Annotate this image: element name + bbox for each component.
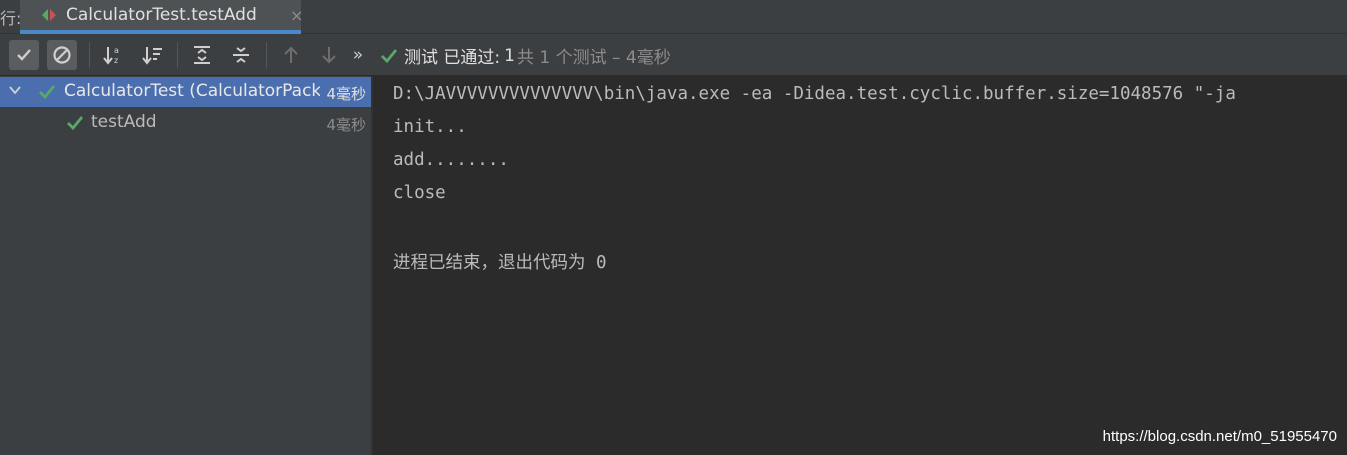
previous-failed-button[interactable] xyxy=(276,40,306,70)
close-icon[interactable]: × xyxy=(290,6,303,25)
tree-item-duration: 4毫秒 xyxy=(326,85,366,103)
console-output[interactable]: D:\JAVVVVVVVVVVVVVV\bin\java.exe -ea -Di… xyxy=(373,76,1347,455)
tree-item-duration: 4毫秒 xyxy=(326,116,366,134)
tree-item-calculator-test[interactable]: CalculatorTest (CalculatorPackage) 4毫秒 xyxy=(0,77,371,107)
run-config-icon xyxy=(42,9,56,21)
test-toolbar: a z » 测试 已通过: 1 共 1 个测试 – 4毫秒 xyxy=(0,34,1347,76)
tab-calculator-test[interactable]: CalculatorTest.testAdd × xyxy=(20,0,303,34)
passed-check-icon xyxy=(67,116,84,131)
toolbar-separator xyxy=(89,42,90,68)
passed-check-icon xyxy=(39,85,56,100)
ignored-icon xyxy=(53,46,71,64)
watermark-url: https://blog.csdn.net/m0_51955470 xyxy=(1102,428,1337,445)
tree-item-test-add[interactable]: testAdd 4毫秒 xyxy=(0,108,371,138)
arrow-down-icon xyxy=(322,47,336,64)
status-passed-label: 测试 已通过: xyxy=(404,48,501,68)
check-icon xyxy=(17,49,31,61)
tree-item-label: CalculatorTest (CalculatorPackage) xyxy=(64,81,320,101)
test-tree: CalculatorTest (CalculatorPackage) 4毫秒 t… xyxy=(0,76,371,455)
chevron-down-icon[interactable] xyxy=(8,83,22,97)
more-actions-button[interactable]: » xyxy=(347,40,369,70)
test-status: 测试 已通过: 1 共 1 个测试 – 4毫秒 xyxy=(380,43,671,68)
show-passed-button[interactable] xyxy=(9,40,39,70)
console-line: init... xyxy=(393,117,467,137)
console-line: close xyxy=(393,183,446,203)
tab-label: CalculatorTest.testAdd xyxy=(66,5,257,25)
status-passed-count: 1 xyxy=(504,45,515,66)
show-ignored-button[interactable] xyxy=(47,40,77,70)
collapse-all-icon xyxy=(233,47,249,63)
expand-all-icon xyxy=(194,46,210,64)
run-tab-bar: 行: CalculatorTest.testAdd × xyxy=(0,0,1347,34)
expand-all-button[interactable] xyxy=(187,40,217,70)
toolbar-separator xyxy=(177,42,178,68)
chevron-double-right-icon: » xyxy=(352,45,364,65)
tab-bar-prefix: 行: xyxy=(0,9,22,28)
svg-text:z: z xyxy=(114,56,118,65)
console-line: add........ xyxy=(393,150,509,170)
console-line: D:\JAVVVVVVVVVVVVVV\bin\java.exe -ea -Di… xyxy=(393,84,1236,104)
toolbar-separator xyxy=(266,42,267,68)
test-runner-window: 行: CalculatorTest.testAdd × a z » 测试 已通过… xyxy=(0,0,1347,455)
tree-item-label: testAdd xyxy=(91,112,157,132)
sort-alpha-icon: a z xyxy=(103,46,119,65)
svg-text:a: a xyxy=(114,46,119,55)
console-line: 进程已结束，退出代码为 0 xyxy=(393,253,607,273)
sort-duration-icon xyxy=(142,47,162,65)
next-failed-button[interactable] xyxy=(314,40,344,70)
sort-by-duration-button[interactable] xyxy=(138,40,168,70)
collapse-all-button[interactable] xyxy=(226,40,256,70)
arrow-up-icon xyxy=(284,46,298,63)
passed-check-icon xyxy=(381,48,398,63)
status-detail: 共 1 个测试 – 4毫秒 xyxy=(516,48,671,68)
sort-alphabetically-button[interactable]: a z xyxy=(99,40,129,70)
